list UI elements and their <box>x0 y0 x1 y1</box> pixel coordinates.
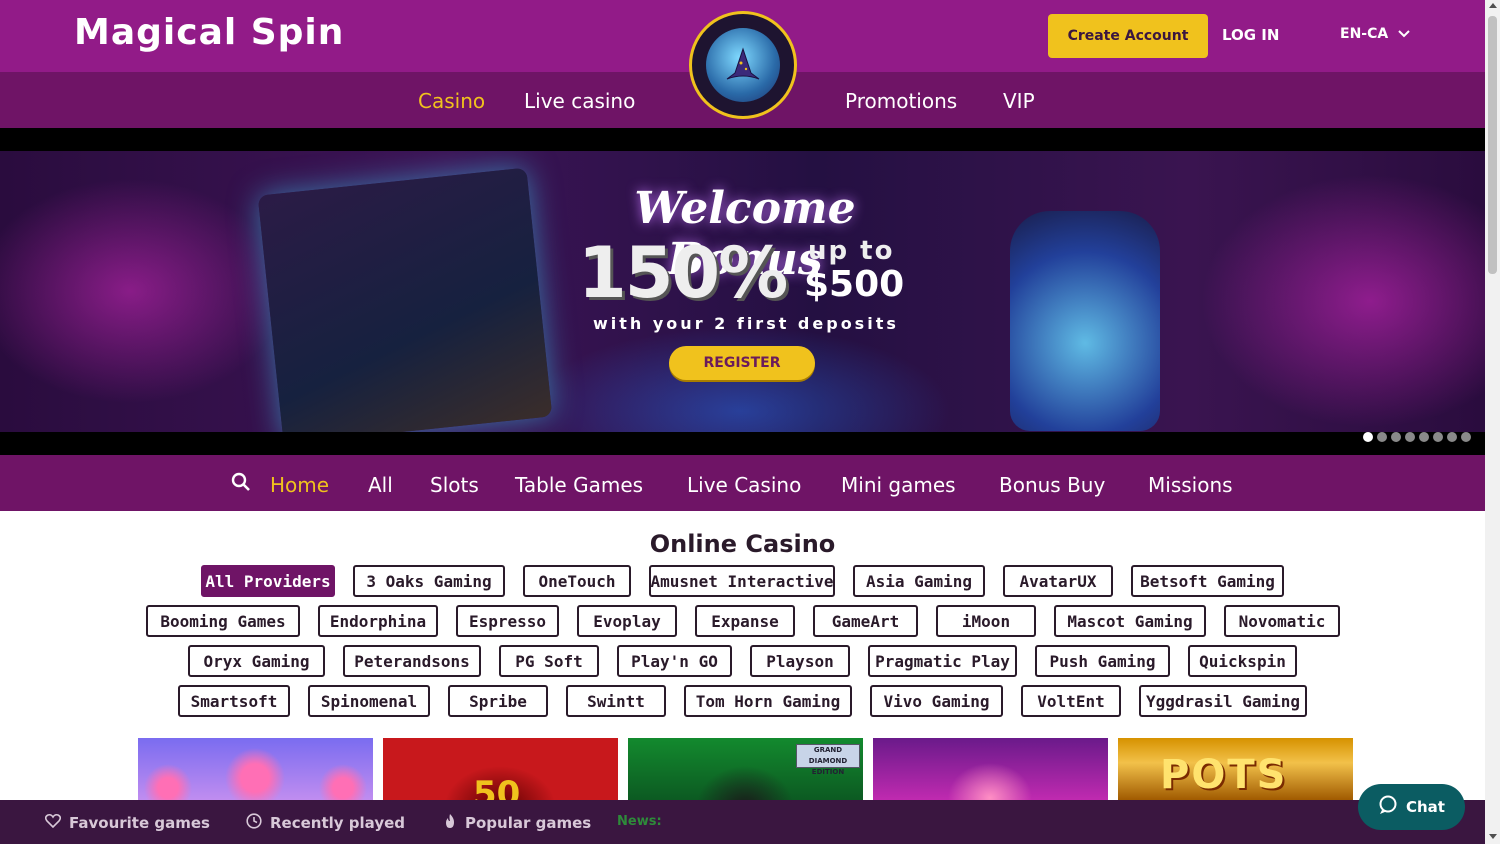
provider-filter[interactable]: Spinomenal <box>308 685 430 717</box>
heart-icon <box>44 813 62 832</box>
carousel-dot[interactable] <box>1447 432 1457 442</box>
category-live-casino[interactable]: Live Casino <box>687 473 801 497</box>
bottom-bar <box>0 800 1485 844</box>
site-logo[interactable]: Magical Spin <box>74 12 344 53</box>
chevron-down-icon <box>1398 26 1410 42</box>
game-tile-text: 50 <box>473 774 521 800</box>
provider-filter[interactable]: Spribe <box>448 685 548 717</box>
banner-subtitle: with your 2 first deposits <box>593 314 899 333</box>
category-bonus-buy[interactable]: Bonus Buy <box>999 473 1105 497</box>
provider-filter[interactable]: Pragmatic Play <box>868 645 1017 677</box>
provider-filter[interactable]: VoltEnt <box>1021 685 1121 717</box>
provider-filter[interactable]: Expanse <box>695 605 795 637</box>
provider-filter[interactable]: Betsoft Gaming <box>1131 565 1284 597</box>
provider-filter[interactable]: Mascot Gaming <box>1054 605 1206 637</box>
news-label: News: <box>617 814 662 829</box>
banner-amount: $500 <box>804 264 905 305</box>
flame-icon <box>443 813 457 833</box>
provider-filter[interactable]: 3 Oaks Gaming <box>353 565 505 597</box>
carousel-dot[interactable] <box>1433 432 1443 442</box>
recently-played-button[interactable]: Recently played <box>246 813 405 833</box>
category-missions[interactable]: Missions <box>1148 473 1233 497</box>
provider-filter[interactable]: Novomatic <box>1224 605 1340 637</box>
category-home[interactable]: Home <box>270 473 329 497</box>
page: Magical Spin Create Account LOG IN EN-CA… <box>0 0 1500 844</box>
provider-filter[interactable]: Vivo Gaming <box>870 685 1003 717</box>
carousel-dot[interactable] <box>1363 432 1373 442</box>
chat-button[interactable]: Chat <box>1358 784 1465 830</box>
search-icon[interactable] <box>231 472 251 492</box>
popular-games-label: Popular games <box>465 814 592 832</box>
chat-label: Chat <box>1406 798 1445 816</box>
provider-filter[interactable]: Oryx Gaming <box>188 645 325 677</box>
provider-filter[interactable]: AvatarUX <box>1003 565 1113 597</box>
scroll-up-arrow-icon[interactable] <box>1489 3 1497 8</box>
provider-filter[interactable]: Yggdrasil Gaming <box>1139 685 1307 717</box>
wizard-emblem-logo[interactable] <box>689 11 797 119</box>
provider-filter[interactable]: All Providers <box>201 565 335 597</box>
game-tile[interactable]: GRAND DIAMOND EDITION <box>628 738 863 800</box>
nav-promotions[interactable]: Promotions <box>845 89 957 113</box>
nav-vip[interactable]: VIP <box>1003 89 1035 113</box>
game-tile-badge: GRAND DIAMOND EDITION <box>796 744 860 776</box>
spin-book-illustration <box>257 167 553 432</box>
recently-played-label: Recently played <box>270 814 406 832</box>
carousel-dot[interactable] <box>1377 432 1387 442</box>
provider-filter[interactable]: Amusnet Interactive <box>649 565 835 597</box>
create-account-button[interactable]: Create Account <box>1048 14 1208 58</box>
provider-filter[interactable]: Espresso <box>456 605 559 637</box>
provider-filter[interactable]: Booming Games <box>146 605 300 637</box>
provider-filter[interactable]: OneTouch <box>523 565 631 597</box>
magic-jar-illustration <box>1010 211 1160 431</box>
game-tile[interactable] <box>138 738 373 800</box>
nav-casino[interactable]: Casino <box>418 89 485 113</box>
clock-icon <box>246 813 262 833</box>
scrollbar-thumb[interactable] <box>1488 16 1497 274</box>
provider-filter[interactable]: Smartsoft <box>178 685 290 717</box>
carousel-dot[interactable] <box>1391 432 1401 442</box>
category-all[interactable]: All <box>368 473 393 497</box>
provider-filter[interactable]: Tom Horn Gaming <box>684 685 852 717</box>
wizard-hat-icon <box>706 28 780 102</box>
section-title: Online Casino <box>649 530 836 558</box>
game-tile[interactable] <box>873 738 1108 800</box>
scroll-down-arrow-icon[interactable] <box>1489 834 1497 839</box>
favourite-games-button[interactable]: Favourite games <box>44 813 210 832</box>
login-button[interactable]: LOG IN <box>1222 26 1279 44</box>
language-label: EN-CA <box>1340 26 1389 42</box>
category-slots[interactable]: Slots <box>430 473 479 497</box>
popular-games-button[interactable]: Popular games <box>443 813 591 833</box>
banner-percent: 150% <box>578 232 788 314</box>
game-tile[interactable]: 50 <box>383 738 618 800</box>
provider-filter[interactable]: iMoon <box>936 605 1036 637</box>
carousel-dot[interactable] <box>1419 432 1429 442</box>
chat-bubble-icon <box>1378 795 1398 819</box>
provider-filter[interactable]: Quickspin <box>1188 645 1297 677</box>
game-tile-text: POTS <box>1160 752 1288 798</box>
provider-filter[interactable]: Playson <box>750 645 850 677</box>
provider-filter[interactable]: Peterandsons <box>343 645 481 677</box>
provider-filter[interactable]: PG Soft <box>499 645 599 677</box>
carousel-dots <box>1363 432 1471 442</box>
category-table-games[interactable]: Table Games <box>515 473 643 497</box>
provider-filter[interactable]: Play'n GO <box>617 645 732 677</box>
carousel-dot[interactable] <box>1405 432 1415 442</box>
provider-filter[interactable]: Swintt <box>566 685 666 717</box>
favourite-games-label: Favourite games <box>69 813 210 832</box>
provider-filter[interactable]: Evoplay <box>577 605 677 637</box>
provider-filter[interactable]: Asia Gaming <box>853 565 985 597</box>
carousel-dot[interactable] <box>1461 432 1471 442</box>
nav-live-casino[interactable]: Live casino <box>524 89 635 113</box>
game-tile[interactable]: POTS <box>1118 738 1353 800</box>
provider-filter[interactable]: Push Gaming <box>1035 645 1170 677</box>
banner-up-to: up to <box>808 236 895 266</box>
register-button[interactable]: REGISTER <box>669 346 815 380</box>
category-mini-games[interactable]: Mini games <box>841 473 956 497</box>
language-selector[interactable]: EN-CA <box>1340 26 1410 42</box>
provider-filter[interactable]: Endorphina <box>318 605 438 637</box>
provider-filter[interactable]: GameArt <box>813 605 918 637</box>
